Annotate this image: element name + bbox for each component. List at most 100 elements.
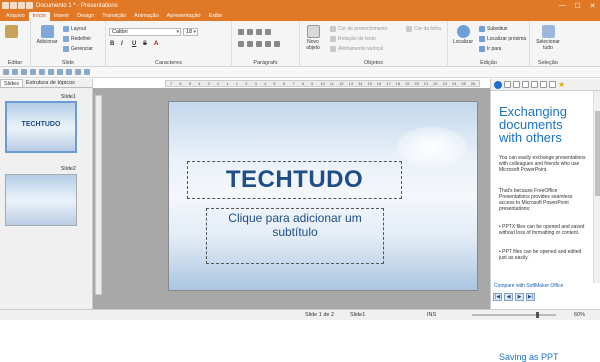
compare-link[interactable]: Compare with SoftMaker Office (494, 283, 563, 289)
prev-page-icon[interactable]: ◀ (504, 293, 513, 301)
title-placeholder[interactable]: TECHTUDO (187, 161, 402, 199)
new-doc-icon[interactable] (3, 69, 9, 75)
save-icon[interactable] (21, 69, 27, 75)
sidebar-toolbar: ★ (491, 79, 600, 91)
ruler-tick: 5 (188, 81, 192, 86)
maximize-icon[interactable]: ☐ (570, 0, 585, 11)
ruler-tick: 15 (367, 81, 372, 86)
sidebar-tool-icon[interactable] (513, 81, 520, 88)
goto-button[interactable]: Ir para (479, 46, 501, 52)
ruler-tick: 8 (301, 81, 304, 86)
undo-icon[interactable] (18, 2, 25, 9)
strike-button[interactable]: S (143, 41, 147, 47)
print-icon[interactable] (30, 69, 36, 75)
tab-inicio[interactable]: Início (28, 12, 50, 21)
next-page-icon[interactable]: ▶ (515, 293, 524, 301)
slide-thumbnail-2[interactable] (5, 174, 77, 226)
ruler-tick: 13 (348, 81, 354, 86)
close-icon[interactable]: ✕ (585, 0, 600, 11)
slide-thumb-label: Slide2 (60, 166, 76, 172)
replace-button[interactable]: Substituir (479, 26, 508, 32)
text-frame-icon[interactable] (75, 69, 81, 75)
group-label-paragrafo: Parágrafo (253, 60, 278, 66)
ruler-tick: 2 (217, 81, 220, 86)
tab-design[interactable]: Design (73, 12, 98, 21)
group-label-caracteres: Caracteres (155, 60, 182, 66)
tab-inserir[interactable]: Inserir (50, 12, 73, 21)
sidebar-scrollbar[interactable] (593, 91, 600, 283)
font-color-button[interactable]: A (154, 41, 158, 47)
minimize-icon[interactable]: — (555, 0, 570, 11)
cursor-icon[interactable] (57, 69, 63, 75)
quick-access-icons[interactable] (2, 2, 33, 9)
shape-icon[interactable] (66, 69, 72, 75)
group-label-edicao: Edição (480, 60, 497, 66)
italic-button[interactable]: I (121, 41, 123, 47)
last-page-icon[interactable]: ▶| (526, 293, 535, 301)
slide-thumb-label: Slide1 (60, 94, 76, 100)
tab-exibir[interactable]: Exibir (205, 12, 227, 21)
clipboard-icon (5, 25, 18, 38)
sidebar-tool-icon[interactable] (531, 81, 538, 88)
info-icon[interactable] (494, 80, 502, 89)
tab-animacao[interactable]: Animação (130, 12, 162, 21)
zoom-thumb[interactable] (536, 312, 539, 318)
ruler-tick: 24 (452, 81, 457, 86)
new-object-button[interactable]: Novo objeto (302, 25, 324, 51)
fill-color-button[interactable]: Cor de preenchimento (330, 26, 387, 32)
reset-icon (63, 36, 69, 42)
slide-subtitle[interactable]: Clique para adicionar um subtítulo (207, 211, 383, 239)
first-page-icon[interactable]: |◀ (493, 293, 502, 301)
open-icon[interactable] (12, 69, 18, 75)
font-size-combo[interactable]: 18 (183, 28, 198, 36)
ruler-tick: 4 (264, 81, 267, 86)
slide-title[interactable]: TECHTUDO (226, 166, 363, 194)
group-objetos: Novo objeto Cor de preenchimento Rotação… (300, 21, 448, 67)
select-all-button[interactable]: Selecionar tudo (534, 25, 562, 51)
slide-thumbnail-1[interactable]: TECHTUDO (5, 101, 77, 153)
layout-button[interactable]: Layout (63, 26, 86, 32)
tab-apresentacao[interactable]: Apresentação (163, 12, 205, 21)
align-buttons[interactable] (238, 41, 280, 47)
list-buttons[interactable] (238, 29, 271, 35)
vertical-ruler[interactable] (95, 95, 102, 295)
tab-transicao[interactable]: Transição (98, 12, 130, 21)
ribbon-tabs: Arquivo Início Inserir Design Transição … (0, 11, 600, 21)
star-icon[interactable]: ★ (558, 81, 565, 89)
group-editar: Editar (0, 21, 31, 67)
ruler-tick: 2 (245, 81, 248, 86)
undo-icon[interactable] (39, 69, 45, 75)
tab-slides[interactable]: Slides (0, 79, 23, 87)
reset-button[interactable]: Redefinir (63, 36, 91, 42)
bold-button[interactable]: B (110, 41, 114, 47)
tab-arquivo[interactable]: Arquivo (2, 12, 29, 21)
line-color-button[interactable]: Cor da linha (406, 26, 441, 32)
font-name-combo[interactable]: Calibri (109, 28, 181, 36)
subtitle-placeholder[interactable]: Clique para adicionar um subtítulo (206, 208, 384, 264)
sidebar-tool-icon[interactable] (549, 81, 556, 88)
underline-button[interactable]: U (132, 41, 136, 47)
ruler-tick: 10 (320, 81, 325, 86)
cloud-decoration (397, 127, 467, 167)
zoom-slider[interactable] (472, 312, 556, 318)
find-next-button[interactable]: Localizar próxima (479, 36, 526, 42)
ruler-tick: 17 (386, 81, 391, 86)
add-slide-button[interactable]: Adicionar (35, 25, 59, 45)
sidebar-tool-icon[interactable] (522, 81, 529, 88)
new-object-icon (306, 25, 320, 38)
vertical-align-button[interactable]: Alinhamento vertical (330, 46, 383, 52)
save-icon[interactable] (10, 2, 17, 9)
redo-icon[interactable] (26, 2, 33, 9)
find-button[interactable]: Localizar (451, 25, 475, 45)
status-layout: Slide1 (350, 312, 366, 318)
picture-icon[interactable] (84, 69, 90, 75)
horizontal-ruler[interactable]: 7 6 5 4 3 2 1 1 2 3 4 5 6 7 8 9 10 11 12 13 14 15 16 17 18 19 20 21… (165, 80, 480, 87)
manage-button[interactable]: Gerenciar (63, 46, 93, 52)
slide[interactable]: TECHTUDO Clique para adicionar um subtít… (168, 101, 478, 291)
paste-button[interactable] (5, 25, 18, 39)
redo-icon[interactable] (48, 69, 54, 75)
sidebar-tool-icon[interactable] (504, 81, 511, 88)
tab-outline[interactable]: Estrutura de tópicos (23, 79, 78, 87)
text-rotation-button[interactable]: Rotação do texto (330, 36, 376, 42)
sidebar-tool-icon[interactable] (540, 81, 547, 88)
